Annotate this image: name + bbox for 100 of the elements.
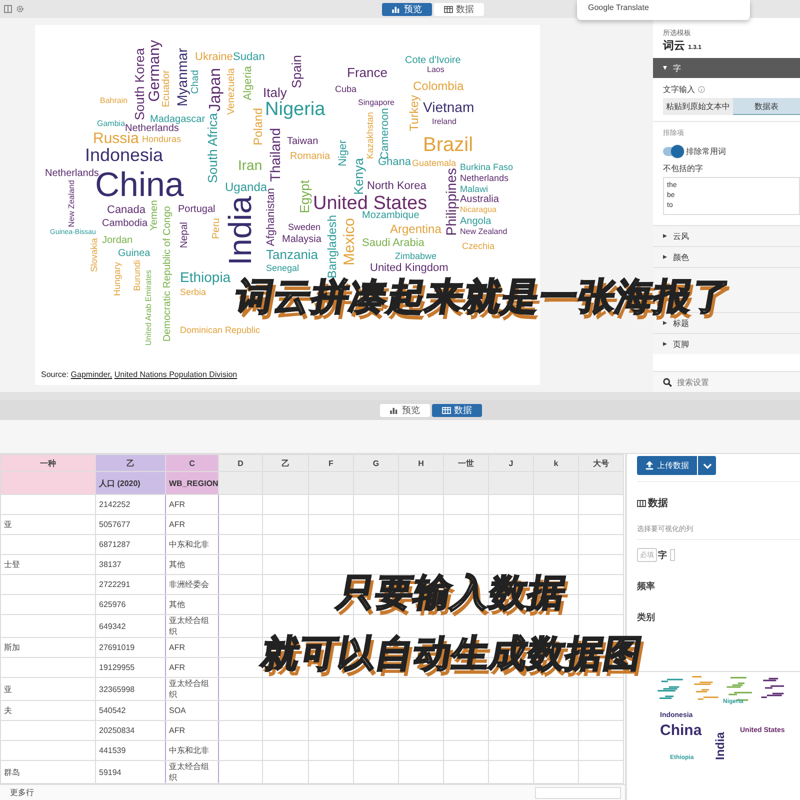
video-caption: 只要输入数据 (334, 574, 570, 611)
table-cell: 非洲经委会 (166, 574, 218, 594)
cloud-word: Nigeria (265, 100, 326, 118)
cloud-word: South Africa (206, 113, 219, 184)
column-heading[interactable]: WB_REGION (166, 472, 218, 494)
table-cell: AFR (166, 494, 218, 514)
cloud-word: Kazakhstan (366, 112, 375, 160)
cloud-word: France (347, 66, 388, 78)
panel-heading: 数据 (648, 496, 668, 510)
settings-section[interactable]: 颜色 (653, 246, 800, 267)
cloud-word: South Korea (133, 48, 146, 120)
cloud-word: Guatemala (412, 158, 456, 168)
cloud-word: Turkey (408, 95, 420, 132)
view-tab[interactable]: 数据 (432, 404, 482, 416)
source-note: Source: Gapminder, United Nations Population Division (40, 370, 238, 379)
info-icon[interactable] (698, 86, 705, 93)
table-cell: 540542 (96, 700, 166, 720)
cloud-word: Zimbabwe (395, 252, 437, 260)
view-tab[interactable]: 数据 (434, 2, 484, 16)
column-letter[interactable]: 一世 (444, 454, 488, 472)
cloud-word: Chad (191, 70, 201, 94)
upload-button[interactable]: 上传数据 (637, 456, 697, 475)
cloud-word: Vietnam (423, 100, 474, 114)
table-cell: 20250834 (96, 720, 166, 740)
column-letter[interactable]: H (398, 454, 444, 472)
cloud-word: Peru (212, 218, 222, 240)
thumbnail-word: India (714, 732, 726, 760)
column-field[interactable] (670, 549, 675, 561)
cloud-word: Brazil (423, 135, 474, 155)
column-letter[interactable]: D (218, 454, 262, 472)
table-cell: 其他 (166, 554, 218, 574)
cloud-word: Taiwan (287, 137, 318, 147)
cloud-word: Venezuela (227, 68, 237, 115)
cloud-word: Serbia (180, 288, 206, 296)
column-letter[interactable]: 乙 (96, 454, 166, 472)
table-cell: 19129955 (96, 658, 166, 678)
view-tab[interactable]: 预览 (382, 2, 432, 16)
table-cell: 亚太经合组织 (166, 678, 218, 700)
cloud-word: Jordan (102, 236, 133, 246)
cloud-word: Malaysia (282, 235, 322, 245)
binding-label: 字 (658, 548, 667, 562)
settings-section[interactable]: 页脚 (653, 333, 800, 354)
layout-icon[interactable] (4, 5, 12, 13)
cloud-word: Guinea (118, 249, 150, 259)
table-cell: 亚 (0, 514, 96, 534)
column-letter[interactable]: G (354, 454, 398, 472)
cloud-word: Portugal (178, 205, 216, 215)
bar-chart-icon (392, 6, 401, 12)
column-letter[interactable]: J (488, 454, 534, 472)
cloud-word: Thailand (268, 128, 282, 182)
cloud-word: Dominican Republic (180, 326, 260, 334)
settings-section[interactable]: 云风 (653, 225, 800, 246)
column-letter[interactable]: k (534, 454, 578, 472)
column-heading[interactable]: 人口 (2020) (96, 472, 166, 494)
column-letter[interactable]: F (308, 454, 354, 472)
cloud-word: Burkina Faso (460, 162, 514, 172)
translate-popup[interactable]: Google Translate (577, 0, 750, 20)
cloud-word: Saudi Arabia (362, 238, 424, 248)
table-cell: 亚 (0, 678, 96, 700)
section-header[interactable]: 字 (653, 58, 800, 78)
column-letter[interactable]: 一种 (0, 454, 96, 472)
cloud-word: Singapore (358, 99, 394, 107)
input-field[interactable] (535, 786, 621, 798)
column-letter[interactable]: C (166, 454, 218, 472)
cloud-word: Bahrain (100, 97, 128, 105)
dropdown-button[interactable] (698, 456, 716, 475)
cloud-word: Spain (290, 55, 303, 88)
table-icon (444, 6, 453, 12)
cloud-word: Nicaragua (460, 206, 496, 214)
cloud-word: Mozambique (362, 211, 420, 221)
source-link[interactable]: United Nations Population Division (114, 370, 238, 379)
table-cell: SOA (166, 700, 218, 720)
settings-icon[interactable] (16, 5, 24, 13)
table-icon (637, 500, 646, 506)
search-input[interactable]: 搜索设置 (677, 378, 787, 386)
toggle-switch[interactable] (663, 147, 683, 156)
cloud-word: Madagascar (150, 115, 206, 125)
table-cell: 夫 (0, 700, 96, 720)
table-cell: 中东和北非 (166, 740, 218, 760)
table-cell: 亚太经合组织 (166, 614, 218, 638)
field-label: 类别 (637, 611, 656, 624)
cloud-word: Argentina (390, 223, 442, 235)
cloud-word: United Arab Emirates (145, 270, 153, 346)
column-letter[interactable]: 乙 (262, 454, 308, 472)
table-cell: AFR (166, 720, 218, 740)
segment-option[interactable]: 粘贴到原始文本中 (663, 98, 733, 115)
segment-option[interactable]: 数据表 (733, 98, 800, 115)
cloud-word: Angola (460, 217, 492, 227)
video-caption: 词云拼凑起来就是一张海报了 (232, 278, 734, 315)
more-rows-label[interactable]: 更多行 (10, 787, 34, 798)
cloud-word: Ethiopia (180, 270, 231, 284)
cloud-word: India (224, 196, 256, 266)
cloud-word: Ukraine (195, 52, 233, 62)
search-field[interactable]: 搜索设置 (653, 371, 800, 392)
cloud-word: Bangladesh (326, 215, 338, 278)
source-link[interactable]: Gapminder, (70, 370, 112, 379)
cloud-word: North Korea (367, 180, 426, 192)
view-tab[interactable]: 预览 (380, 404, 430, 416)
column-letter[interactable]: 大号 (578, 454, 624, 472)
cloud-word: Philippines (444, 168, 458, 236)
